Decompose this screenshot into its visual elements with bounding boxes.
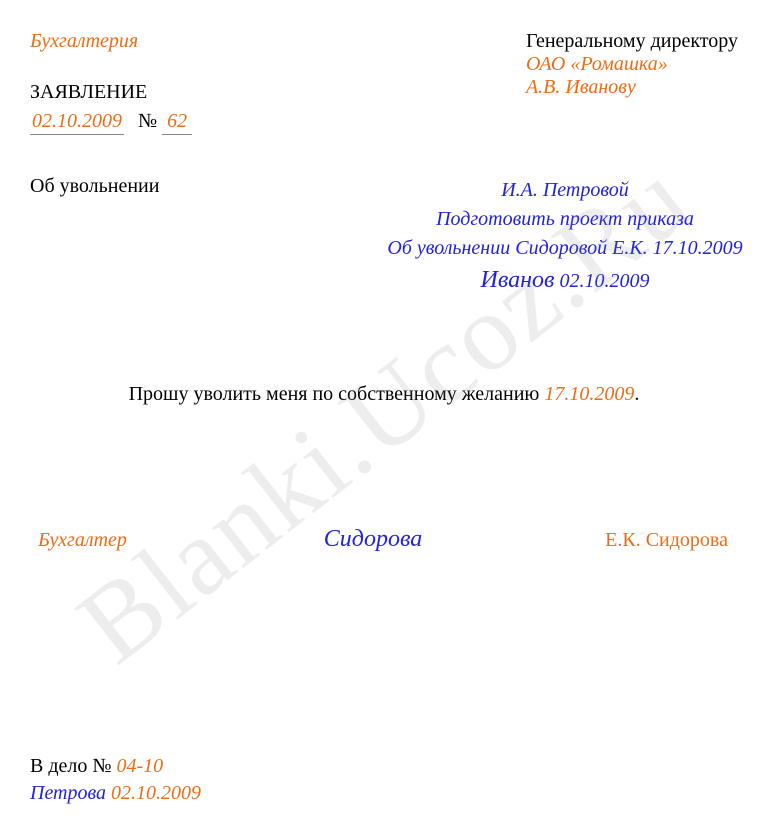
body-text: Прошу уволить меня по собственному желан… [30, 383, 738, 406]
document-title: ЗАЯВЛЕНИЕ [30, 81, 192, 104]
body-date: 17.10.2009 [544, 383, 634, 405]
filing-date: 02.10.2009 [111, 782, 201, 804]
filing-line1: В дело № 04-10 [30, 755, 201, 778]
filing-signature: Петрова [30, 782, 106, 804]
filing-line2: Петрова 02.10.2009 [30, 782, 201, 805]
filing-block: В дело № 04-10 Петрова 02.10.2009 [30, 755, 201, 805]
document-number: 62 [162, 110, 192, 135]
signature-row: Бухгалтер Сидорова Е.К. Сидорова [30, 526, 738, 553]
resolution-signature: Иванов [481, 267, 555, 293]
number-label: № [138, 110, 157, 132]
addressee-name: А.В. Иванову [526, 76, 738, 99]
signer-signature: Сидорова [293, 526, 453, 553]
signer-role: Бухгалтер [38, 529, 198, 552]
signer-name: Е.К. Сидорова [548, 529, 728, 552]
department: Бухгалтерия [30, 30, 192, 53]
resolution-line2: Подготовить проект приказа [350, 205, 768, 234]
document-header: Бухгалтерия ЗАЯВЛЕНИЕ 02.10.2009 № 62 Ге… [30, 30, 738, 175]
registration-line: 02.10.2009 № 62 [30, 110, 192, 135]
document-date: 02.10.2009 [30, 110, 124, 135]
resolution-block: И.А. Петровой Подготовить проект приказа… [350, 176, 768, 298]
document-page: Blanki.Ucoz.Ru Бухгалтерия ЗАЯВЛЕНИЕ 02.… [0, 0, 768, 835]
filing-label: В дело № [30, 755, 116, 777]
company-name: ОАО «Ромашка» [526, 53, 738, 76]
resolution-line1: И.А. Петровой [350, 176, 768, 205]
resolution-signature-line: Иванов 02.10.2009 [350, 263, 768, 298]
body-before: Прошу уволить меня по собственному желан… [129, 383, 545, 405]
filing-number: 04-10 [116, 755, 163, 777]
body-after: . [634, 383, 639, 405]
resolution-line3: Об увольнении Сидоровой Е.К. 17.10.2009 [350, 234, 768, 263]
addressee-title: Генеральному директору [526, 30, 738, 53]
header-right: Генеральному директору ОАО «Ромашка» А.В… [526, 30, 738, 99]
header-left: Бухгалтерия ЗАЯВЛЕНИЕ 02.10.2009 № 62 [30, 30, 192, 175]
resolution-date: 02.10.2009 [559, 270, 649, 292]
